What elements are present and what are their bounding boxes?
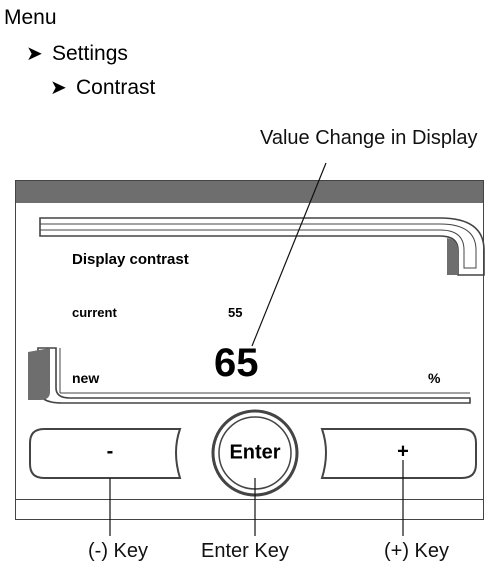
callout-minus-key: (-) Key	[88, 540, 148, 562]
new-value: 65	[214, 341, 259, 385]
callout-plus-key: (+) Key	[384, 540, 450, 562]
new-label: new	[72, 370, 100, 386]
minus-key[interactable]: -	[107, 441, 114, 464]
current-value: 55	[228, 305, 243, 320]
title-frame-cap	[447, 238, 458, 275]
unit-label: %	[428, 370, 441, 386]
current-label: current	[72, 305, 117, 320]
new-frame-cap	[28, 348, 50, 400]
screen-title: Display contrast	[72, 251, 189, 268]
screen-graphics	[28, 162, 485, 536]
enter-key[interactable]: Enter	[229, 442, 280, 465]
leader-value-change	[251, 162, 327, 347]
minus-key-shape	[29, 428, 182, 479]
plus-key[interactable]: +	[397, 441, 409, 464]
callout-enter-key: Enter Key	[201, 540, 289, 562]
